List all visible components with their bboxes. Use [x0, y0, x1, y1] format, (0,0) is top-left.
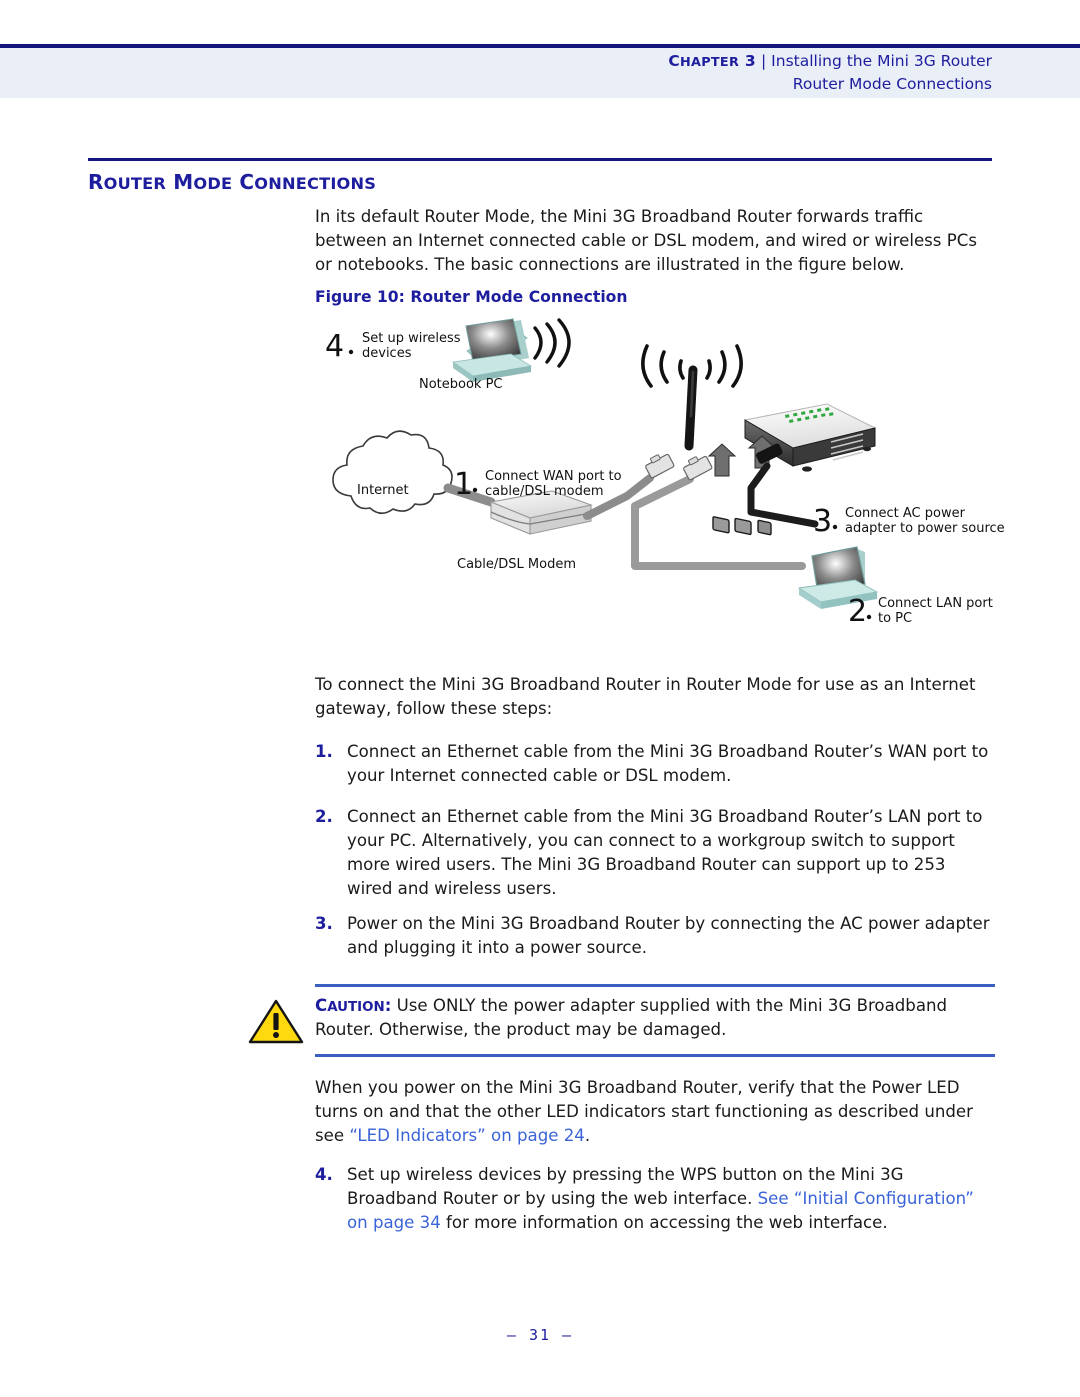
notebook-pc-top-icon: Notebook PC — [419, 318, 571, 392]
list-item-step-3: 3. Power on the Mini 3G Broadband Router… — [315, 912, 995, 960]
header-section-title: Router Mode Connections — [792, 74, 992, 93]
callout-4-number: 4 — [325, 329, 344, 364]
list-item-step-1: 1. Connect an Ethernet cable from the Mi… — [315, 740, 995, 788]
callout-2-number: 2 — [848, 594, 867, 629]
callout-4-line1: Set up wireless — [362, 331, 461, 346]
internet-cloud-icon: Internet — [332, 430, 453, 515]
notebook-pc-label: Notebook PC — [419, 377, 503, 392]
step-2-number: 2. — [315, 807, 333, 826]
post-caution-paragraph: When you power on the Mini 3G Broadband … — [315, 1076, 995, 1148]
warning-triangle-icon — [248, 998, 304, 1044]
section-rule — [88, 158, 992, 161]
callout-4-line2: devices — [362, 346, 412, 361]
list-item-step-2: 2. Connect an Ethernet cable from the Mi… — [315, 805, 995, 901]
callout-2-line2: to PC — [878, 611, 912, 626]
caution-label: CAUTION:CAUTION: — [315, 996, 392, 1015]
caution-rule-top — [315, 984, 995, 987]
step-4-text: Set up wireless devices by pressing the … — [347, 1163, 995, 1235]
callout-3-line2: adapter to power source — [845, 521, 1005, 536]
callout-4-dot — [348, 349, 354, 355]
header-chapter-word: C — [668, 52, 681, 70]
step-4-number: 4. — [315, 1165, 333, 1184]
figure-caption: Figure 10: Router Mode Connection — [315, 288, 628, 306]
figure-callout-4: 4 Set up wireless devices — [325, 329, 461, 364]
intro-paragraph: In its default Router Mode, the Mini 3G … — [315, 207, 977, 275]
step-3-text: Power on the Mini 3G Broadband Router by… — [347, 914, 990, 958]
callout-3-number: 3 — [813, 504, 832, 539]
header-separator: | — [760, 52, 767, 70]
header-chapter-smallcaps: HAPTER — [680, 55, 740, 70]
callout-1-dot — [472, 487, 478, 493]
callout-1-line1: Connect WAN port to — [485, 469, 622, 484]
header-chapter-title: Installing the Mini 3G Router — [771, 52, 992, 70]
router-mode-connection-figure: 4 Set up wireless devices Notebook PC In… — [315, 316, 1005, 646]
page-title-onnections: ONNECTIONS — [254, 174, 377, 193]
callout-2-line1: Connect LAN port — [878, 596, 993, 611]
router-ports — [712, 516, 772, 536]
page-title-r: R — [88, 170, 104, 194]
cable-dsl-modem-label: Cable/DSL Modem — [457, 557, 576, 572]
callout-2-dot — [866, 614, 872, 620]
step-1-number: 1. — [315, 742, 333, 761]
callout-3-dot — [832, 524, 838, 530]
caution-rule-bottom — [315, 1054, 995, 1057]
led-indicators-xref-link[interactable]: “LED Indicators” on page 24 — [349, 1126, 585, 1145]
header-chapter-number: 3 — [744, 52, 756, 70]
page-title: ROUTER MODE CONNECTIONS ROUTER MODE CONN… — [88, 170, 376, 194]
page-title-ode: ODE — [193, 174, 233, 193]
figure-callout-3: 3 Connect AC power adapter to power sour… — [813, 504, 1005, 539]
caution-body: Use ONLY the power adapter supplied with… — [315, 996, 948, 1040]
header-chapter-line: CHAPTERCHAPTER 3|Installing the Mini 3G … — [668, 51, 992, 72]
post-caution-text-part2: . — [584, 1126, 591, 1146]
caution-text: CAUTION:CAUTION: Use ONLY the power adap… — [315, 994, 995, 1042]
callout-3-line1: Connect AC power — [845, 506, 966, 521]
page-footer: – 31 – — [506, 1326, 574, 1344]
callout-1-line2: cable/DSL modem — [485, 484, 604, 499]
step-2-text: Connect an Ethernet cable from the Mini … — [347, 807, 983, 899]
header-chapter-label: CHAPTERCHAPTER 3 — [668, 52, 756, 70]
step-1-text: Connect an Ethernet cable from the Mini … — [347, 742, 989, 786]
step-3-number: 3. — [315, 914, 333, 933]
page-title-outer: OUTER — [103, 174, 167, 193]
page-title-m: M — [173, 170, 194, 194]
callout-1-number: 1 — [454, 467, 473, 502]
cable-dsl-modem-icon: Cable/DSL Modem — [457, 490, 594, 572]
internet-label: Internet — [357, 483, 409, 498]
list-item-step-4: 4. Set up wireless devices by pressing t… — [315, 1163, 995, 1235]
page-title-c: C — [239, 170, 255, 194]
page-header-text: CHAPTERCHAPTER 3|Installing the Mini 3G … — [668, 51, 992, 95]
lead-in-paragraph: To connect the Mini 3G Broadband Router … — [315, 675, 976, 719]
step-4-text-part2: for more information on accessing the we… — [440, 1213, 888, 1233]
